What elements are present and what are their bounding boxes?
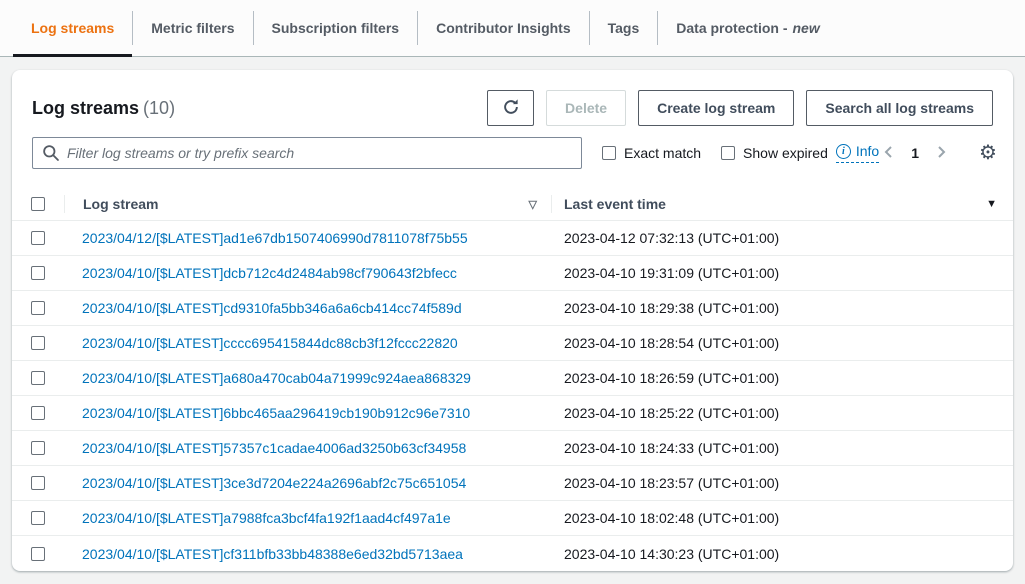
info-link-label: Info [856,143,879,159]
create-log-stream-button[interactable]: Create log stream [638,90,794,126]
last-event-time: 2023-04-10 18:23:57 (UTC+01:00) [564,475,779,491]
previous-page-button[interactable] [879,142,899,165]
tab-contributor-insights[interactable]: Contributor Insights [418,0,589,56]
tab-metric-filters[interactable]: Metric filters [133,0,252,56]
chevron-right-icon [933,144,949,163]
row-checkbox[interactable] [31,266,45,280]
filter-bar: Exact match Show expired i Info 1 [12,126,1013,169]
tab-label: Contributor Insights [436,20,571,36]
sort-icon-last-event-time[interactable]: ▼ [986,198,997,210]
table-row: 2023/04/10/[$LATEST]6bbc465aa296419cb190… [12,396,1013,431]
tab-label: Data protection - [676,20,787,36]
preferences-button[interactable]: ⚙ [977,143,999,163]
tab-data-protection[interactable]: Data protection - new [658,0,837,56]
log-stream-link[interactable]: 2023/04/10/[$LATEST]3ce3d7204e224a2696ab… [82,475,466,491]
sort-icon-log-stream[interactable]: ▽ [529,198,537,211]
tab-label: Subscription filters [272,20,400,36]
tab-label: Metric filters [151,20,234,36]
table-row: 2023/04/10/[$LATEST]3ce3d7204e224a2696ab… [12,466,1013,501]
info-link[interactable]: i Info [836,143,879,163]
log-streams-panel: Log streams(10) Delete Create log stream… [12,70,1013,571]
last-event-time: 2023-04-12 07:32:13 (UTC+01:00) [564,230,779,246]
show-expired-label: Show expired [743,145,828,161]
row-checkbox[interactable] [31,336,45,350]
tab-tags[interactable]: Tags [590,0,658,56]
filter-log-streams-input[interactable] [32,137,582,169]
tab-log-streams[interactable]: Log streams [13,0,132,56]
refresh-icon [502,98,520,119]
row-checkbox[interactable] [31,371,45,385]
tab-label: Log streams [31,20,114,36]
log-stream-link[interactable]: 2023/04/10/[$LATEST]cd9310fa5bb346a6a6cb… [82,300,462,316]
table-row: 2023/04/10/[$LATEST]cccc695415844dc88cb3… [12,326,1013,361]
search-box [32,137,582,169]
log-stream-link[interactable]: 2023/04/10/[$LATEST]57357c1cadae4006ad32… [82,440,466,456]
log-stream-link[interactable]: 2023/04/12/[$LATEST]ad1e67db1507406990d7… [82,230,468,246]
info-icon: i [836,144,851,159]
tab-bar: Log streams Metric filters Subscription … [0,0,1025,57]
checkbox-icon [602,146,616,160]
last-event-time: 2023-04-10 14:30:23 (UTC+01:00) [564,546,779,562]
table-row: 2023/04/10/[$LATEST]57357c1cadae4006ad32… [12,431,1013,466]
chevron-left-icon [881,144,897,163]
last-event-time: 2023-04-10 18:29:38 (UTC+01:00) [564,300,779,316]
log-stream-link[interactable]: 2023/04/10/[$LATEST]a7988fca3bcf4fa192f1… [82,510,451,526]
panel-header: Log streams(10) Delete Create log stream… [12,70,1013,126]
checkbox-icon [721,146,735,160]
last-event-time: 2023-04-10 18:25:22 (UTC+01:00) [564,405,779,421]
last-event-time: 2023-04-10 18:26:59 (UTC+01:00) [564,370,779,386]
table-row: 2023/04/10/[$LATEST]a680a470cab04a71999c… [12,361,1013,396]
log-stream-link[interactable]: 2023/04/10/[$LATEST]dcb712c4d2484ab98cf7… [82,265,457,281]
table-row: 2023/04/10/[$LATEST]cd9310fa5bb346a6a6cb… [12,291,1013,326]
table-header: Log stream ▽ Last event time ▼ [12,188,1013,221]
table-row: 2023/04/10/[$LATEST]a7988fca3bcf4fa192f1… [12,501,1013,536]
next-page-button[interactable] [931,142,951,165]
delete-button[interactable]: Delete [546,90,626,126]
table-row: 2023/04/12/[$LATEST]ad1e67db1507406990d7… [12,221,1013,256]
row-checkbox[interactable] [31,547,45,561]
select-all-checkbox[interactable] [31,197,45,211]
new-badge: new [793,20,820,36]
pagination: 1 [879,142,951,165]
log-stream-link[interactable]: 2023/04/10/[$LATEST]cccc695415844dc88cb3… [82,335,458,351]
exact-match-checkbox[interactable]: Exact match [602,145,701,161]
log-stream-link[interactable]: 2023/04/10/[$LATEST]cf311bfb33bb48388e6e… [82,546,463,562]
page-title: Log streams(10) [32,98,175,119]
table-row: 2023/04/10/[$LATEST]dcb712c4d2484ab98cf7… [12,256,1013,291]
table-row: 2023/04/10/[$LATEST]cf311bfb33bb48388e6e… [12,536,1013,571]
exact-match-label: Exact match [624,145,701,161]
gear-icon: ⚙ [979,142,997,164]
refresh-button[interactable] [487,90,534,126]
log-stream-link[interactable]: 2023/04/10/[$LATEST]6bbc465aa296419cb190… [82,405,470,421]
show-expired-checkbox[interactable]: Show expired [721,145,828,161]
tab-subscription-filters[interactable]: Subscription filters [254,0,418,56]
item-count: (10) [143,98,175,118]
log-stream-link[interactable]: 2023/04/10/[$LATEST]a680a470cab04a71999c… [82,370,471,386]
column-header-log-stream[interactable]: Log stream [83,196,158,212]
search-icon [42,144,60,167]
row-checkbox[interactable] [31,231,45,245]
row-checkbox[interactable] [31,441,45,455]
row-checkbox[interactable] [31,511,45,525]
toolbar: Delete Create log stream Search all log … [487,90,993,126]
column-header-last-event-time[interactable]: Last event time [564,196,666,212]
row-checkbox[interactable] [31,476,45,490]
last-event-time: 2023-04-10 18:24:33 (UTC+01:00) [564,440,779,456]
last-event-time: 2023-04-10 19:31:09 (UTC+01:00) [564,265,779,281]
last-event-time: 2023-04-10 18:28:54 (UTC+01:00) [564,335,779,351]
row-checkbox[interactable] [31,406,45,420]
search-all-log-streams-button[interactable]: Search all log streams [806,90,993,126]
row-checkbox[interactable] [31,301,45,315]
current-page-number[interactable]: 1 [911,145,919,161]
tab-label: Tags [608,20,640,36]
last-event-time: 2023-04-10 18:02:48 (UTC+01:00) [564,510,779,526]
table-body: 2023/04/12/[$LATEST]ad1e67db1507406990d7… [12,221,1013,571]
page-title-text: Log streams [32,98,139,118]
